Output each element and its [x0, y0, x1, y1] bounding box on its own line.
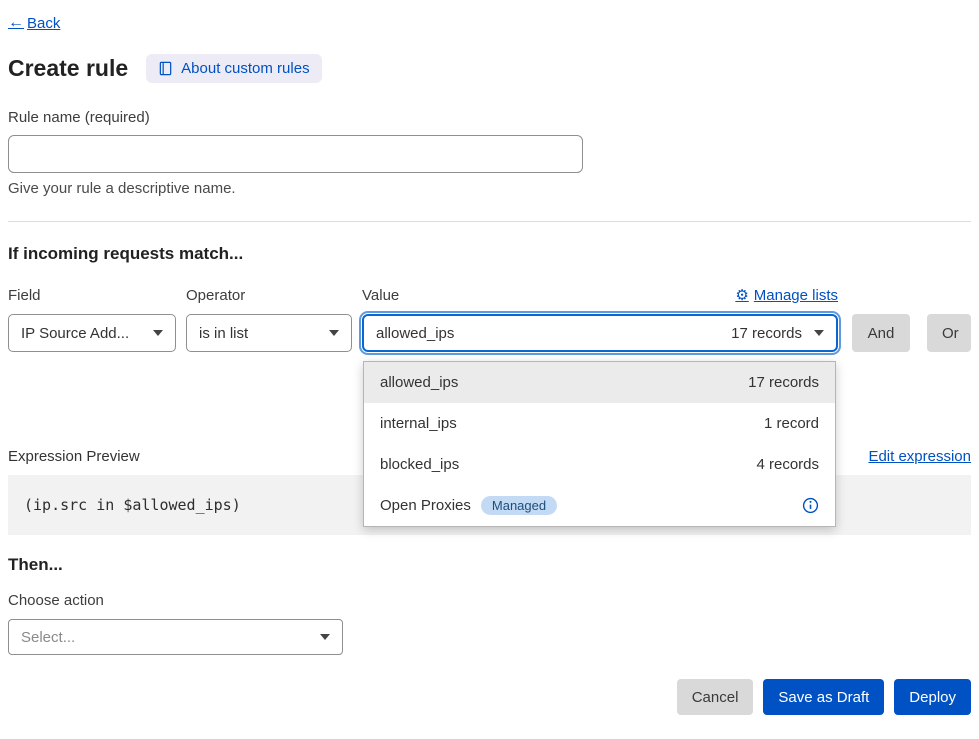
page-title: Create rule — [8, 55, 128, 82]
cancel-button[interactable]: Cancel — [677, 679, 754, 715]
expression-code: (ip.src in $allowed_ips) — [24, 496, 241, 514]
action-select[interactable]: Select... — [8, 619, 343, 655]
value-select-wrap: allowed_ips 17 records allowed_ips 17 re… — [362, 314, 838, 352]
value-select[interactable]: allowed_ips 17 records — [362, 314, 838, 352]
rule-name-label: Rule name (required) — [8, 109, 971, 126]
list-item-internal-ips[interactable]: internal_ips 1 record — [364, 403, 835, 444]
list-item-meta: 4 records — [756, 456, 819, 473]
info-icon[interactable] — [802, 497, 819, 514]
footer-actions: Cancel Save as Draft Deploy — [8, 679, 971, 715]
chevron-down-icon — [329, 330, 339, 336]
book-icon — [158, 61, 173, 76]
match-section-heading: If incoming requests match... — [8, 244, 971, 264]
list-item-meta: 1 record — [764, 415, 819, 432]
edit-expression-link[interactable]: Edit expression — [868, 448, 971, 465]
value-label: Value — [362, 287, 399, 304]
list-item-meta: 17 records — [748, 374, 819, 391]
manage-lists-link[interactable]: ⚙ Manage lists — [735, 286, 838, 304]
title-row: Create rule About custom rules — [8, 54, 971, 83]
value-dropdown-menu: allowed_ips 17 records internal_ips 1 re… — [363, 361, 836, 527]
managed-badge: Managed — [481, 496, 557, 515]
list-item-name: internal_ips — [380, 415, 457, 432]
field-select-value: IP Source Add... — [21, 325, 129, 342]
manage-lists-label: Manage lists — [754, 287, 838, 304]
field-select[interactable]: IP Source Add... — [8, 314, 176, 352]
or-button[interactable]: Or — [927, 314, 971, 352]
value-select-meta: 17 records — [731, 325, 802, 342]
create-rule-page: ←Back Create rule About custom rules Rul… — [0, 0, 979, 715]
list-item-name: Open Proxies — [380, 497, 471, 514]
back-link-label: Back — [27, 15, 60, 32]
choose-action-label: Choose action — [8, 592, 971, 609]
chevron-down-icon — [153, 330, 163, 336]
rule-name-input[interactable] — [8, 135, 583, 173]
operator-label: Operator — [186, 287, 352, 304]
match-controls-row: IP Source Add... is in list allowed_ips … — [8, 314, 971, 352]
back-arrow-icon: ← — [8, 14, 24, 32]
action-select-placeholder: Select... — [21, 629, 75, 646]
chevron-down-icon — [814, 330, 824, 336]
rule-name-helper: Give your rule a descriptive name. — [8, 180, 971, 197]
field-label: Field — [8, 287, 176, 304]
save-as-draft-button[interactable]: Save as Draft — [763, 679, 884, 715]
list-item-allowed-ips[interactable]: allowed_ips 17 records — [364, 362, 835, 403]
list-item-blocked-ips[interactable]: blocked_ips 4 records — [364, 444, 835, 485]
back-link[interactable]: ←Back — [8, 14, 60, 32]
value-select-value: allowed_ips — [376, 325, 454, 342]
list-item-name: allowed_ips — [380, 374, 458, 391]
match-labels-row: Field Operator Value ⚙ Manage lists — [8, 286, 971, 304]
operator-select-value: is in list — [199, 325, 248, 342]
about-link-label: About custom rules — [181, 60, 309, 77]
gear-icon: ⚙ — [735, 286, 748, 304]
about-custom-rules-link[interactable]: About custom rules — [146, 54, 321, 83]
operator-select[interactable]: is in list — [186, 314, 352, 352]
chevron-down-icon — [320, 634, 330, 640]
list-item-open-proxies[interactable]: Open Proxies Managed — [364, 485, 835, 526]
deploy-button[interactable]: Deploy — [894, 679, 971, 715]
value-label-row: Value ⚙ Manage lists — [362, 286, 838, 304]
and-button[interactable]: And — [852, 314, 910, 352]
expression-preview-label: Expression Preview — [8, 448, 140, 465]
section-divider — [8, 221, 971, 222]
list-item-name: blocked_ips — [380, 456, 459, 473]
then-heading: Then... — [8, 555, 971, 575]
